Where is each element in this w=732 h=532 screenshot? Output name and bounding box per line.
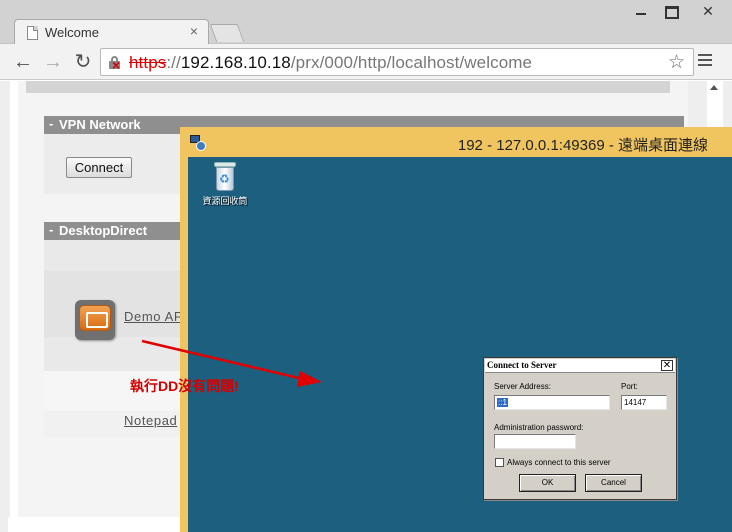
cancel-button[interactable]: Cancel — [585, 474, 642, 492]
top-band — [26, 81, 670, 93]
url-host: 192.168.10.18 — [180, 53, 291, 72]
star-icon[interactable]: ☆ — [668, 51, 685, 74]
back-icon[interactable]: ← — [12, 51, 34, 73]
lock-broken-icon[interactable]: × — [109, 56, 120, 72]
port-field[interactable]: 14147 — [621, 395, 667, 410]
admin-password-label: Administration password: — [494, 423, 584, 432]
app-link-notepad[interactable]: Notepad — [124, 413, 177, 428]
tab-welcome[interactable]: Welcome × — [14, 19, 209, 45]
scroll-up-icon[interactable] — [710, 85, 718, 90]
remote-desktop-icon[interactable] — [190, 135, 206, 151]
remote-desktop-title: 192 - 127.0.0.1:49369 - 遠端桌面連線 — [457, 137, 708, 154]
always-connect-checkbox[interactable] — [495, 458, 504, 467]
server-address-label: Server Address: — [494, 382, 551, 391]
recycle-bin-icon — [214, 162, 236, 192]
page-margin — [10, 81, 18, 532]
remote-desktop-titlebar[interactable]: 192 - 127.0.0.1:49369 - 遠端桌面連線 — [180, 127, 732, 157]
server-address-field[interactable]: ::1 — [494, 395, 610, 410]
new-tab-button[interactable] — [209, 24, 245, 42]
close-window-button[interactable]: ✕ — [686, 0, 730, 22]
reload-icon[interactable]: ↻ — [72, 51, 94, 73]
connect-to-server-dialog: Connect to Server ✕ Server Address: Port… — [483, 357, 677, 500]
connect-button[interactable]: Connect — [66, 157, 132, 178]
app-link-demo[interactable]: Demo AP — [124, 309, 183, 324]
url-separator: :// — [166, 53, 181, 72]
minimize-button[interactable] — [626, 0, 656, 22]
admin-password-field[interactable] — [494, 434, 576, 449]
url-path: /prx/000/http/localhost/welcome — [290, 53, 533, 72]
annotation-text: 執行DD沒有問題! — [130, 378, 239, 394]
maximize-button[interactable] — [656, 0, 686, 22]
menu-icon[interactable] — [698, 54, 712, 68]
url-scheme: https — [129, 53, 167, 72]
port-label: Port: — [621, 382, 638, 391]
remote-desktop-app-icon[interactable] — [75, 300, 115, 340]
server-address-value: ::1 — [497, 398, 508, 407]
url-text[interactable]: https://192.168.10.18/prx/000/http/local… — [129, 53, 532, 73]
bottom-strip — [8, 517, 183, 532]
browser-toolbar: ← → ↻ × https://192.168.10.18/prx/000/ht… — [0, 44, 732, 80]
recycle-bin-shortcut[interactable]: 資源回收筒 — [200, 162, 250, 207]
dialog-title: Connect to Server — [487, 360, 557, 370]
address-bar[interactable]: × https://192.168.10.18/prx/000/http/loc… — [100, 48, 694, 76]
dialog-close-icon[interactable]: ✕ — [661, 360, 673, 371]
tab-close-icon[interactable]: × — [190, 23, 198, 39]
forward-icon[interactable]: → — [42, 51, 64, 73]
browser-titlebar: Welcome × ✕ — [0, 0, 732, 45]
tab-title: Welcome — [45, 25, 99, 40]
ok-button[interactable]: OK — [519, 474, 576, 492]
page-icon — [27, 26, 38, 40]
recycle-bin-label: 資源回收筒 — [202, 196, 248, 206]
dialog-titlebar[interactable]: Connect to Server ✕ — [485, 359, 675, 373]
always-connect-label: Always connect to this server — [507, 458, 611, 467]
